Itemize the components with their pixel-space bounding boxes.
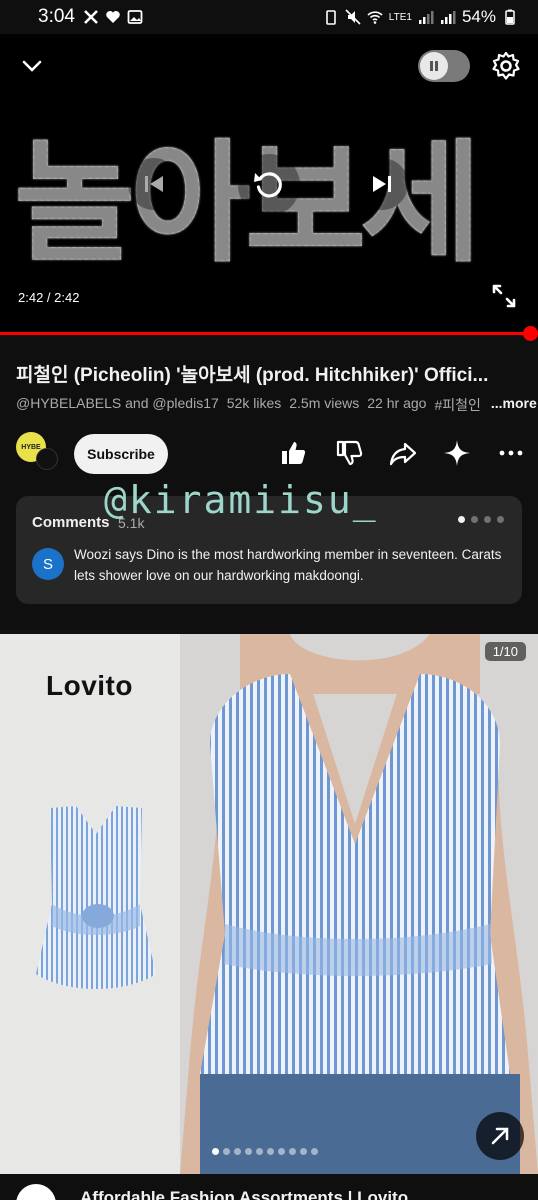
- autoplay-toggle[interactable]: [418, 50, 470, 82]
- next-button[interactable]: [356, 158, 408, 210]
- channel-handles: @HYBELABELS and @pledis17: [16, 395, 219, 411]
- model-photo: [180, 634, 538, 1174]
- wifi-icon: [367, 11, 383, 24]
- share-icon[interactable]: [388, 438, 418, 468]
- subscribe-button[interactable]: Subscribe: [74, 434, 168, 474]
- more-icon[interactable]: [496, 438, 526, 468]
- signal-icon: [418, 11, 434, 24]
- channel-row: HYBE Subscribe: [16, 432, 526, 476]
- sparkle-icon[interactable]: [442, 438, 472, 468]
- like-count: 52k likes: [226, 395, 282, 411]
- advertiser-avatar[interactable]: [16, 1184, 56, 1200]
- comments-heading: Comments: [32, 514, 110, 531]
- watermark-text: @kiramiisu_: [104, 478, 378, 522]
- x-app-icon: [84, 10, 98, 24]
- upload-age: 22 hr ago: [367, 395, 427, 411]
- replay-icon: [254, 172, 282, 198]
- playback-time: 2:42 / 2:42: [18, 290, 80, 305]
- progress-scrubber[interactable]: [523, 326, 538, 341]
- ad-product-photo: [180, 634, 538, 1174]
- battery-saver-icon: [325, 10, 336, 25]
- previous-button[interactable]: [128, 158, 180, 210]
- hashtag[interactable]: #피철인: [434, 395, 480, 415]
- comment-avatar[interactable]: S: [32, 548, 64, 580]
- replay-button[interactable]: [238, 154, 300, 216]
- ad-page-dots: [212, 1148, 318, 1155]
- skip-previous-icon: [145, 176, 163, 192]
- more-link[interactable]: ...more: [491, 395, 537, 415]
- progress-bar[interactable]: [0, 326, 538, 341]
- pause-icon: [420, 52, 448, 80]
- status-time: 3:04: [38, 6, 75, 27]
- comment-text: Woozi says Dino is the most hardworking …: [74, 547, 502, 583]
- product-image-small: [36, 806, 156, 989]
- ad-brand-logo: Lovito: [46, 670, 133, 701]
- battery-percent: 54%: [461, 7, 496, 26]
- comments-page-indicator: [458, 516, 504, 523]
- arrow-up-right-icon: [491, 1127, 509, 1145]
- fullscreen-icon[interactable]: [490, 282, 518, 310]
- mute-icon: [345, 9, 361, 25]
- gear-icon[interactable]: [490, 50, 522, 82]
- like-icon[interactable]: [278, 438, 308, 468]
- ad-left-panel: Lovito: [0, 634, 180, 1174]
- status-bar: 3:04 LTE1 54%: [0, 0, 538, 34]
- gallery-icon: [127, 10, 143, 24]
- signal-2-icon: [440, 11, 456, 24]
- battery-icon: [505, 9, 515, 25]
- ad-carousel[interactable]: Lovito 1/10: [0, 634, 538, 1174]
- skip-next-icon: [373, 176, 391, 192]
- ad-open-button[interactable]: [476, 1112, 524, 1160]
- video-title[interactable]: 피철인 (Picheolin) '놀아보세 (prod. Hitchhiker)…: [16, 360, 526, 387]
- chevron-down-icon[interactable]: [20, 54, 44, 78]
- ad-slide-counter: 1/10: [484, 642, 526, 661]
- video-player[interactable]: 놀아보세 2:42 / 2:42: [0, 34, 538, 334]
- ad-title[interactable]: Affordable Fashion Assortments | Lovito: [80, 1188, 408, 1200]
- dislike-icon[interactable]: [334, 438, 364, 468]
- heart-icon: [106, 11, 120, 23]
- view-count: 2.5m views: [289, 395, 360, 411]
- video-meta[interactable]: @HYBELABELS and @pledis17 52k likes 2.5m…: [16, 395, 537, 415]
- network-label: LTE1: [388, 11, 412, 23]
- secondary-channel-avatar[interactable]: [36, 448, 58, 470]
